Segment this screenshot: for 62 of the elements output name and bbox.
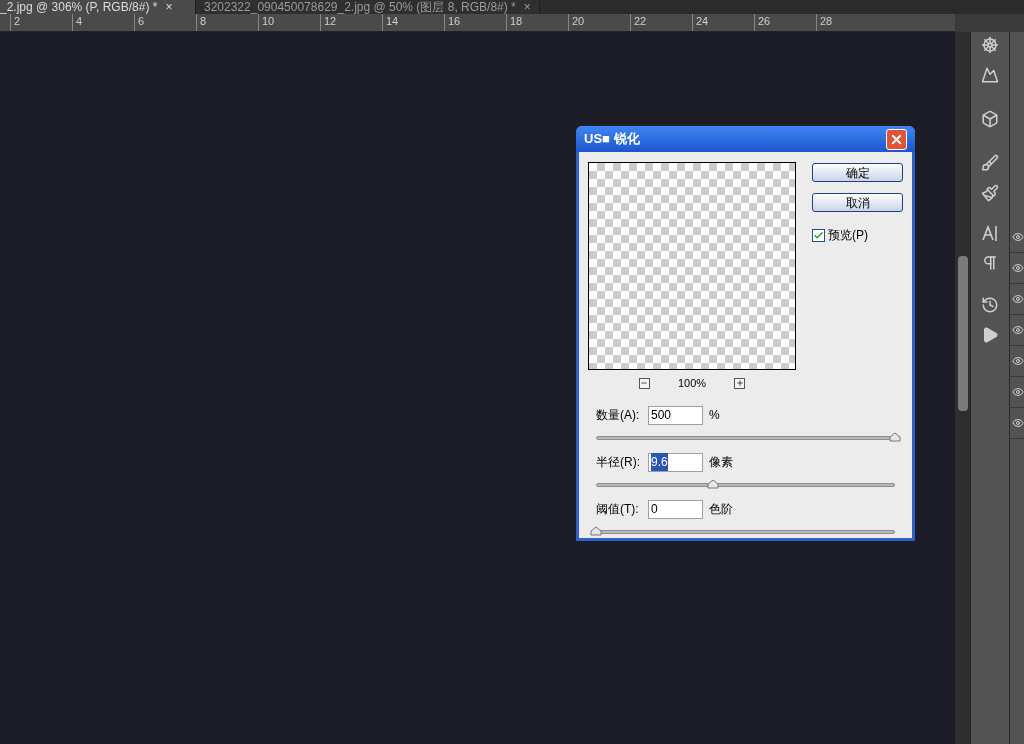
plus-icon (735, 379, 744, 388)
eye-icon[interactable] (1012, 417, 1024, 429)
ruler-label: 18 (510, 14, 523, 28)
ruler-label: 16 (448, 14, 461, 28)
ruler-label: 6 (138, 14, 145, 28)
param-label: 数量(A): (596, 407, 641, 424)
dialog-button[interactable]: 确定 (812, 163, 903, 182)
wheel-icon[interactable] (981, 36, 999, 54)
slider-thumb[interactable] (590, 525, 602, 536)
param-unit: 色阶 (709, 501, 733, 518)
tab-label: 3202322_090450078629_2.jpg @ 50% (图层 8, RGB/8#) * (204, 0, 516, 14)
ruler-label: 10 (262, 14, 275, 28)
play-icon[interactable] (981, 326, 999, 344)
close-button[interactable] (886, 128, 907, 150)
brush-icon[interactable] (981, 184, 999, 202)
checkbox-label: 预览(P) (828, 227, 868, 244)
eye-icon[interactable] (1012, 262, 1024, 274)
history-icon[interactable] (981, 296, 999, 314)
dialog-button[interactable]: 取消 (812, 193, 903, 212)
ruler-label: 28 (820, 14, 833, 28)
param-unit: 像素 (709, 454, 733, 471)
ruler-label: 14 (386, 14, 399, 28)
scroll-bar[interactable] (955, 32, 970, 744)
ruler-label: 20 (572, 14, 585, 28)
dialog-title: US■ 锐化 (584, 130, 640, 149)
ruler-label: 12 (324, 14, 337, 28)
ruler-label: 2 (14, 14, 21, 28)
ruler-label: 8 (200, 14, 207, 28)
param-value: 0 (651, 501, 658, 518)
eye-icon[interactable] (1012, 355, 1024, 367)
param-label: 阈值(T): (596, 501, 640, 518)
eye-icon[interactable] (1012, 293, 1024, 305)
ruler-label: 22 (634, 14, 647, 28)
ruler-label: 4 (76, 14, 83, 28)
param-unit: % (709, 407, 720, 424)
preview-checkbox[interactable] (812, 228, 825, 242)
ruler-label: 26 (758, 14, 771, 28)
eye-icon[interactable] (1012, 386, 1024, 398)
document-tab[interactable]: 3202322_090450078629_2.jpg @ 50% (图层 8, RGB/8#) * × (196, 0, 540, 14)
zoom-out-button[interactable] (638, 377, 650, 389)
param-input[interactable]: 9.6 (648, 452, 703, 472)
param-label: 半径(R): (596, 454, 641, 471)
param-value: 500 (651, 407, 672, 424)
eye-icon[interactable] (1012, 231, 1024, 243)
pilcrow-icon[interactable] (981, 254, 999, 272)
slider-thumb[interactable] (706, 478, 719, 489)
tab-label: _2.jpg @ 306% (P, RGB/8#) * (0, 0, 158, 14)
scroll-thumb[interactable] (957, 256, 968, 411)
cube-icon[interactable] (981, 110, 999, 128)
slider-thumb[interactable] (889, 431, 901, 442)
tab-close[interactable]: × (165, 0, 173, 14)
zoom-level: 100% (677, 376, 707, 391)
param-input[interactable]: 500 (648, 405, 703, 425)
histogram-icon[interactable] (981, 66, 999, 84)
param-input[interactable]: 0 (648, 499, 703, 519)
eye-icon[interactable] (1012, 324, 1024, 336)
character-icon[interactable] (981, 224, 999, 242)
zoom-in-button[interactable] (734, 377, 746, 389)
document-tab[interactable]: _2.jpg @ 306% (P, RGB/8#) * × (0, 0, 196, 14)
param-value: 9.6 (651, 453, 668, 471)
ruler-label: 24 (696, 14, 709, 28)
tab-close[interactable]: × (523, 0, 531, 14)
